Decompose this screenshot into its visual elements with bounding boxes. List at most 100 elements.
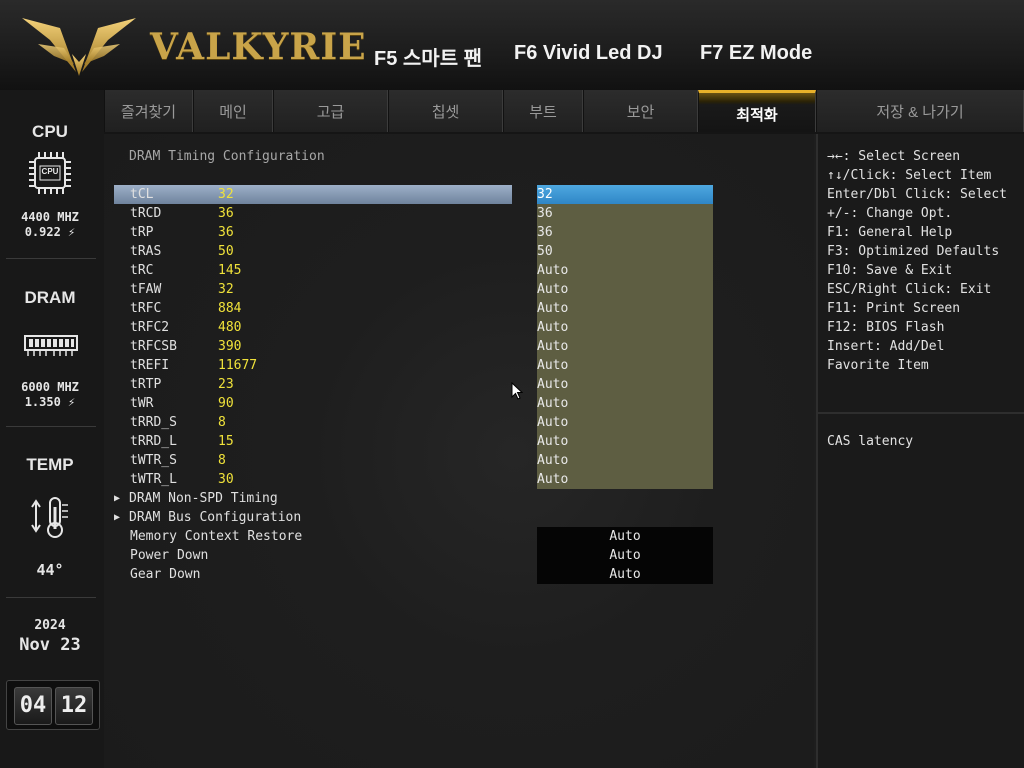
vivid-led-dj-button[interactable]: F6 Vivid Led DJ (514, 42, 663, 65)
ez-mode-button[interactable]: F7 EZ Mode (700, 42, 812, 65)
temperature-row: 44° (0, 563, 100, 578)
setting-value: Auto (537, 320, 569, 335)
timing-setting-twtr-s[interactable]: Auto (537, 451, 713, 470)
lightning-icon: ⚡ (60, 395, 76, 409)
tab-favorites[interactable]: 즐겨찾기 (104, 90, 193, 132)
setting-value: 36 (537, 225, 553, 240)
timing-setting-trc[interactable]: Auto (537, 261, 713, 280)
timing-setting-twtr-l[interactable]: Auto (537, 470, 713, 489)
help-key-insert: Insert: Add/Del (827, 339, 945, 354)
cpu-voltage: 0.922 (24, 225, 61, 239)
tab-boot[interactable]: 부트 (503, 90, 583, 132)
item-description: CAS latency (827, 434, 914, 449)
date-day: 23 (60, 635, 81, 655)
timing-current-value: 480 (218, 320, 242, 335)
sidebar-divider (6, 258, 96, 259)
ram-module-icon (24, 335, 78, 356)
tab-optimization[interactable]: 최적화 (698, 90, 816, 132)
help-key-select-item: ↑↓/Click: Select Item (827, 168, 992, 183)
setting-value: Auto (537, 282, 569, 297)
digital-clock: 04 12 (6, 680, 100, 730)
dram-voltage-row: 1.350 ⚡ (0, 395, 100, 410)
date-year: 2024 (34, 618, 66, 633)
timing-current-value: 145 (218, 263, 242, 278)
setting-value: 50 (537, 244, 553, 259)
timing-setting-tfaw[interactable]: Auto (537, 280, 713, 299)
timing-label: tRFC2 (130, 320, 170, 335)
brand-name: VALKYRIE (150, 26, 367, 68)
timing-setting-trfc2[interactable]: Auto (537, 318, 713, 337)
timing-current-value: 50 (218, 244, 234, 259)
dram-voltage: 1.350 (24, 395, 61, 409)
tab-security[interactable]: 보안 (583, 90, 698, 132)
triangle-right-icon: ▶ (114, 493, 121, 504)
timing-current-value: 30 (218, 472, 234, 487)
timing-setting-tras[interactable]: 50 (537, 242, 713, 261)
timing-setting-tcl[interactable]: 32 (537, 185, 713, 204)
help-key-favorite: Favorite Item (827, 358, 929, 373)
timing-label: tWTR_S (130, 453, 177, 468)
timing-current-value: 36 (218, 225, 234, 240)
timing-current-value: 32 (218, 282, 234, 297)
setting-value: Auto (537, 358, 569, 373)
tab-advanced[interactable]: 고급 (273, 90, 388, 132)
timing-setting-trrd-s[interactable]: Auto (537, 413, 713, 432)
tab-main[interactable]: 메인 (193, 90, 273, 132)
timing-label: tRRD_S (130, 415, 177, 430)
memory-context-restore-select[interactable]: Auto (537, 527, 713, 546)
help-key-select-screen: →←: Select Screen (827, 149, 961, 164)
tab-save-exit[interactable]: 저장 & 나가기 (816, 90, 1024, 132)
page-title: DRAM Timing Configuration (129, 149, 325, 164)
timing-setting-trtp[interactable]: Auto (537, 375, 713, 394)
timing-current-value: 884 (218, 301, 242, 316)
timing-current-value: 90 (218, 396, 234, 411)
row-highlight (114, 185, 512, 204)
timing-setting-trfcsb[interactable]: Auto (537, 337, 713, 356)
help-key-f11: F11: Print Screen (827, 301, 961, 316)
gear-down-select[interactable]: Auto (537, 565, 713, 584)
timing-label: tRC (130, 263, 154, 278)
timing-label: tREFI (130, 358, 170, 373)
setting-value: Auto (537, 415, 569, 430)
dram-title: DRAM (24, 288, 76, 307)
triangle-right-icon: ▶ (114, 512, 121, 523)
help-panel: →←: Select Screen ↑↓/Click: Select Item … (816, 134, 1024, 768)
timing-current-value: 15 (218, 434, 234, 449)
timing-label: tRAS (130, 244, 162, 259)
menu-tab-bar: 즐겨찾기 메인 고급 칩셋 부트 보안 최적화 저장 & 나가기 (104, 90, 1024, 134)
lightning-icon: ⚡ (60, 225, 76, 239)
timing-label: tFAW (130, 282, 162, 297)
timing-setting-trcd[interactable]: 36 (537, 204, 713, 223)
option-label: Power Down (130, 548, 209, 563)
timing-label: tRTP (130, 377, 162, 392)
status-sidebar: CPU CPU 4400 MHZ 0.922 ⚡ DRAM 6000 MHZ 1… (0, 90, 106, 768)
setting-value: Auto (537, 263, 569, 278)
help-key-f12: F12: BIOS Flash (827, 320, 945, 335)
tab-chipset[interactable]: 칩셋 (388, 90, 503, 132)
thermometer-icon (31, 497, 68, 538)
timing-setting-trp[interactable]: 36 (537, 223, 713, 242)
timing-label: tRFCSB (130, 339, 177, 354)
setting-value: Auto (537, 377, 569, 392)
option-label: Memory Context Restore (130, 529, 303, 544)
date-month-day: Nov 23 (0, 635, 100, 655)
timing-setting-twr[interactable]: Auto (537, 394, 713, 413)
setting-value: 36 (537, 206, 553, 221)
smart-fan-button[interactable]: F5 스마트 팬 (374, 42, 482, 71)
timing-setting-trfc[interactable]: Auto (537, 299, 713, 318)
timing-current-value: 11677 (218, 358, 258, 373)
setting-value: Auto (537, 472, 569, 487)
power-down-select[interactable]: Auto (537, 546, 713, 565)
timing-setting-trefi[interactable]: Auto (537, 356, 713, 375)
setting-value: Auto (537, 339, 569, 354)
timing-label: tRRD_L (130, 434, 177, 449)
help-key-f3: F3: Optimized Defaults (827, 244, 1000, 259)
timing-setting-trrd-l[interactable]: Auto (537, 432, 713, 451)
timing-label: tRFC (130, 301, 162, 316)
submenu-label: DRAM Bus Configuration (129, 510, 302, 525)
cpu-icon-label: CPU (41, 167, 59, 176)
help-key-enter: Enter/Dbl Click: Select (827, 187, 1008, 202)
sidebar-divider (6, 597, 96, 598)
setting-value: Auto (537, 453, 569, 468)
timing-current-value: 36 (218, 206, 234, 221)
